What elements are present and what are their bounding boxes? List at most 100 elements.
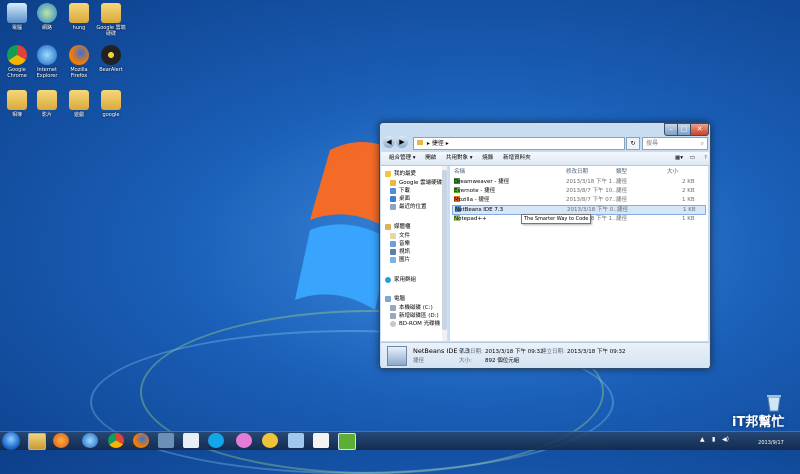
nav-item-bd-rom[interactable]: BD-ROM 光碟機 [390, 319, 440, 327]
apps-grid-icon[interactable] [313, 433, 329, 448]
recent-places-icon [390, 203, 396, 210]
nav-item-downloads[interactable]: 下載 [390, 186, 410, 194]
column-header-name[interactable]: 名稱 [454, 167, 465, 175]
nav-libraries[interactable]: 媒體櫃 [385, 222, 411, 230]
column-header-date[interactable]: 修改日期 [566, 167, 588, 175]
nav-homegroup[interactable]: 家用群組 [385, 275, 416, 283]
star-icon [385, 170, 391, 177]
chrome-icon[interactable] [108, 433, 124, 448]
nav-item-desktop[interactable]: 桌面 [390, 194, 410, 202]
share-with-button[interactable]: 共用對象 ▾ [446, 152, 473, 165]
nav-item-drive-c[interactable]: 本機磁碟 (C:) [390, 303, 433, 311]
desktop-icon-folder[interactable]: 相簿 [2, 90, 32, 118]
ie-icon[interactable] [82, 433, 98, 448]
organize-button[interactable]: 組合管理 ▾ [389, 152, 416, 165]
desktop-icon [390, 195, 396, 202]
drive-icon [390, 312, 396, 319]
disc-icon [390, 320, 396, 327]
volume-tray-icon[interactable]: ◀) [722, 436, 729, 443]
network-tray-icon[interactable]: ▮ [712, 436, 715, 443]
recycle-bin-icon[interactable] [766, 392, 782, 412]
messenger-icon[interactable] [236, 433, 252, 448]
close-button[interactable]: ✕ [690, 123, 709, 136]
forward-button[interactable]: ▶ [396, 136, 408, 148]
folder-icon [417, 140, 423, 145]
search-input[interactable]: 搜尋 ⌕ [642, 137, 708, 150]
file-row-dreamweaver[interactable]: Dreamweaver - 捷徑 2013/3/18 下午 1... 捷徑 2 … [452, 178, 704, 186]
nav-scrollbar-thumb[interactable] [442, 170, 447, 330]
media-player-icon[interactable] [53, 433, 69, 448]
firefox-icon[interactable] [133, 433, 149, 448]
documents-icon [390, 232, 396, 239]
file-row-evernote[interactable]: Evernote - 捷徑 2013/8/7 下午 10... 捷徑 2 KB [452, 187, 704, 195]
back-button[interactable]: ◀ [383, 136, 395, 148]
video-icon [390, 248, 396, 255]
nav-item-documents[interactable]: 文件 [390, 231, 410, 239]
nav-item-videos[interactable]: 視訊 [390, 247, 410, 255]
command-bar: 組合管理 ▾ 開啟 共用對象 ▾ 燒錄 新增資料夾 ▦▾ ▭ ? [381, 152, 709, 166]
google-drive-icon [101, 3, 121, 23]
navigation-pane: 我的最愛 Google 雲端硬碟 下載 桌面 最近的位置 媒體櫃 文件 音樂 視… [381, 166, 448, 341]
desktop-icon-bearalert[interactable]: BearAlert [96, 45, 126, 73]
file-row-mozilla[interactable]: Mozilla - 捷徑 2013/8/7 下午 07... 捷徑 1 KB [452, 196, 704, 204]
desktop-icon-google-drive[interactable]: Google 雲端硬碟 [96, 3, 126, 37]
preview-pane-icon[interactable]: ▭ [690, 152, 695, 165]
airplane-icon[interactable] [288, 433, 304, 448]
tray-up-arrow-icon[interactable]: ▲ [700, 436, 705, 443]
desktop-icon-ie[interactable]: Internet Explorer [32, 45, 62, 79]
computer-icon [7, 3, 27, 23]
details-size: 892 個位元組 [485, 358, 520, 364]
homegroup-icon [385, 276, 391, 283]
new-folder-button[interactable]: 新增資料夾 [503, 152, 531, 165]
nav-item-pictures[interactable]: 圖片 [390, 255, 410, 263]
desktop-icon-user-folder[interactable]: hung [64, 3, 94, 31]
nav-item-recent[interactable]: 最近的位置 [390, 202, 427, 210]
nav-computer[interactable]: 電腦 [385, 294, 405, 302]
refresh-button[interactable]: ↻ [626, 137, 640, 150]
folder-icon [101, 90, 121, 110]
desktop-icon-network[interactable]: 網路 [32, 3, 62, 31]
desktop-icon-folder[interactable]: google [96, 90, 126, 118]
column-header-type[interactable]: 類型 [616, 167, 627, 175]
computer-icon [385, 295, 391, 302]
nav-scrollbar[interactable] [442, 166, 447, 341]
desktop-icon-firefox[interactable]: Mozilla Firefox [64, 45, 94, 79]
date-label: 2013/9/17 [758, 440, 784, 446]
nav-favorites[interactable]: 我的最愛 [385, 169, 416, 177]
start-button[interactable] [2, 432, 20, 450]
folder-icon [390, 179, 396, 186]
open-button[interactable]: 開啟 [425, 152, 436, 165]
nav-item-google-drive[interactable]: Google 雲端硬碟 [390, 178, 442, 186]
evernote-icon[interactable] [338, 433, 356, 450]
taskbar: ▲ ▮ ◀) [0, 431, 800, 450]
desktop-icon-computer[interactable]: 電腦 [2, 3, 32, 31]
shortcut-icon [387, 346, 407, 366]
chrome-icon [7, 45, 27, 65]
minimize-button[interactable]: – [664, 123, 678, 136]
column-header-size[interactable]: 大小 [667, 167, 678, 175]
library-icon [385, 223, 391, 230]
desktop-icon-chrome[interactable]: Google Chrome [2, 45, 32, 79]
desktop-icon-folder[interactable]: 遊戲 [64, 90, 94, 118]
nav-item-music[interactable]: 音樂 [390, 239, 410, 247]
desktop-icon-folder[interactable]: 影片 [32, 90, 62, 118]
view-options-icon[interactable]: ▦▾ [675, 152, 683, 165]
taskbar-clock[interactable]: 2013/9/17 [745, 432, 797, 447]
details-pane: NetBeans IDE 7.3 捷徑 修改日期: 2013/3/18 下午 0… [381, 342, 709, 368]
network-icon [37, 3, 57, 23]
nav-item-drive-d[interactable]: 新增磁碟區 (D:) [390, 311, 439, 319]
address-bar[interactable]: ▸ 捷徑 ▸ [413, 137, 625, 150]
maximize-button[interactable]: □ [677, 123, 691, 136]
calendar-icon[interactable] [183, 433, 199, 448]
ie-icon [37, 45, 57, 65]
skype-icon[interactable] [208, 433, 224, 448]
help-icon[interactable]: ? [704, 152, 707, 165]
chat-icon[interactable] [158, 433, 174, 448]
explorer-taskbar-icon[interactable] [28, 433, 46, 450]
smiley-app-icon[interactable] [262, 433, 278, 448]
music-icon [390, 240, 396, 247]
firefox-icon [69, 45, 89, 65]
details-type: 捷徑 [413, 358, 425, 364]
bear-icon [101, 45, 121, 65]
burn-button[interactable]: 燒錄 [482, 152, 493, 165]
